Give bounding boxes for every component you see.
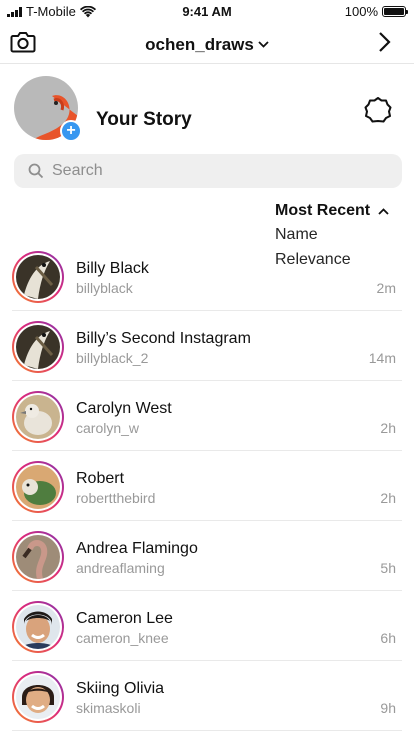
avatar-ring bbox=[12, 531, 64, 583]
contact-row[interactable]: Skiing Olivia skimaskoli 9h bbox=[0, 661, 414, 731]
contact-username: cameron_knee bbox=[76, 630, 169, 646]
chevron-up-icon bbox=[378, 207, 389, 215]
contact-time: 2m bbox=[376, 280, 396, 296]
chevron-right-icon[interactable] bbox=[374, 30, 396, 54]
row-divider bbox=[12, 730, 402, 731]
avatar bbox=[16, 325, 60, 369]
contact-username: billyblack bbox=[76, 280, 133, 296]
sort-option-name[interactable]: Name bbox=[275, 222, 405, 247]
contact-time: 2h bbox=[380, 490, 396, 506]
chevron-down-icon bbox=[258, 33, 269, 53]
contact-username: skimaskoli bbox=[76, 700, 141, 716]
avatar-ring bbox=[12, 601, 64, 653]
contact-username: robertthebird bbox=[76, 490, 156, 506]
contact-time: 2h bbox=[380, 420, 396, 436]
account-username: ochen_draws bbox=[145, 35, 254, 54]
contact-list: Billy Black billyblack 2m Billy’s Second… bbox=[0, 241, 414, 731]
contact-username: billyblack_2 bbox=[76, 350, 149, 366]
add-story-icon[interactable]: + bbox=[60, 120, 82, 142]
contact-row[interactable]: Carolyn West carolyn_w 2h bbox=[0, 381, 414, 451]
battery-icon bbox=[382, 6, 408, 17]
your-story-row[interactable]: + Your Story bbox=[0, 72, 414, 148]
search-input[interactable] bbox=[52, 154, 392, 188]
avatar bbox=[16, 395, 60, 439]
sort-option-relevance[interactable]: Relevance bbox=[275, 247, 405, 272]
your-story-label: Your Story bbox=[96, 109, 192, 130]
avatar-ring bbox=[12, 671, 64, 723]
contact-time: 5h bbox=[380, 560, 396, 576]
contact-name: Skiing Olivia bbox=[76, 680, 165, 697]
sort-selected[interactable]: Most Recent bbox=[275, 200, 405, 222]
search-bar[interactable] bbox=[14, 154, 402, 188]
avatar bbox=[16, 255, 60, 299]
status-bar: T-Mobile 9:41 AM 100% bbox=[0, 0, 414, 22]
avatar-ring bbox=[12, 461, 64, 513]
avatar bbox=[16, 675, 60, 719]
contact-name: Billy’s Second Instagram bbox=[76, 330, 251, 347]
avatar bbox=[16, 465, 60, 509]
status-right: 100% bbox=[344, 4, 408, 19]
settings-icon[interactable] bbox=[364, 96, 392, 124]
avatar-ring bbox=[12, 251, 64, 303]
nav-bar: ochen_draws bbox=[0, 22, 414, 64]
contact-row[interactable]: Andrea Flamingo andreaflaming 5h bbox=[0, 521, 414, 591]
contact-name: Robert bbox=[76, 470, 125, 487]
contact-time: 6h bbox=[380, 630, 396, 646]
battery-percent: 100% bbox=[344, 4, 378, 19]
contact-time: 14m bbox=[368, 350, 396, 366]
contact-row[interactable]: Cameron Lee cameron_knee 6h bbox=[0, 591, 414, 661]
sort-selected-label: Most Recent bbox=[275, 202, 371, 219]
contact-row[interactable]: Robert robertthebird 2h bbox=[0, 451, 414, 521]
account-switcher[interactable]: ochen_draws bbox=[0, 33, 414, 55]
contact-name: Cameron Lee bbox=[76, 610, 173, 627]
contact-username: andreaflaming bbox=[76, 560, 165, 576]
contact-username: carolyn_w bbox=[76, 420, 140, 436]
avatar bbox=[16, 535, 60, 579]
contact-name: Carolyn West bbox=[76, 400, 172, 417]
contact-name: Andrea Flamingo bbox=[76, 540, 198, 557]
avatar-ring bbox=[12, 321, 64, 373]
contact-name: Billy Black bbox=[76, 260, 149, 277]
avatar-ring bbox=[12, 391, 64, 443]
avatar bbox=[16, 605, 60, 649]
search-icon bbox=[28, 163, 44, 179]
contact-time: 9h bbox=[380, 700, 396, 716]
sort-dropdown[interactable]: Most Recent Name Relevance bbox=[275, 200, 405, 272]
contact-row[interactable]: Billy’s Second Instagram billyblack_2 14… bbox=[0, 311, 414, 381]
